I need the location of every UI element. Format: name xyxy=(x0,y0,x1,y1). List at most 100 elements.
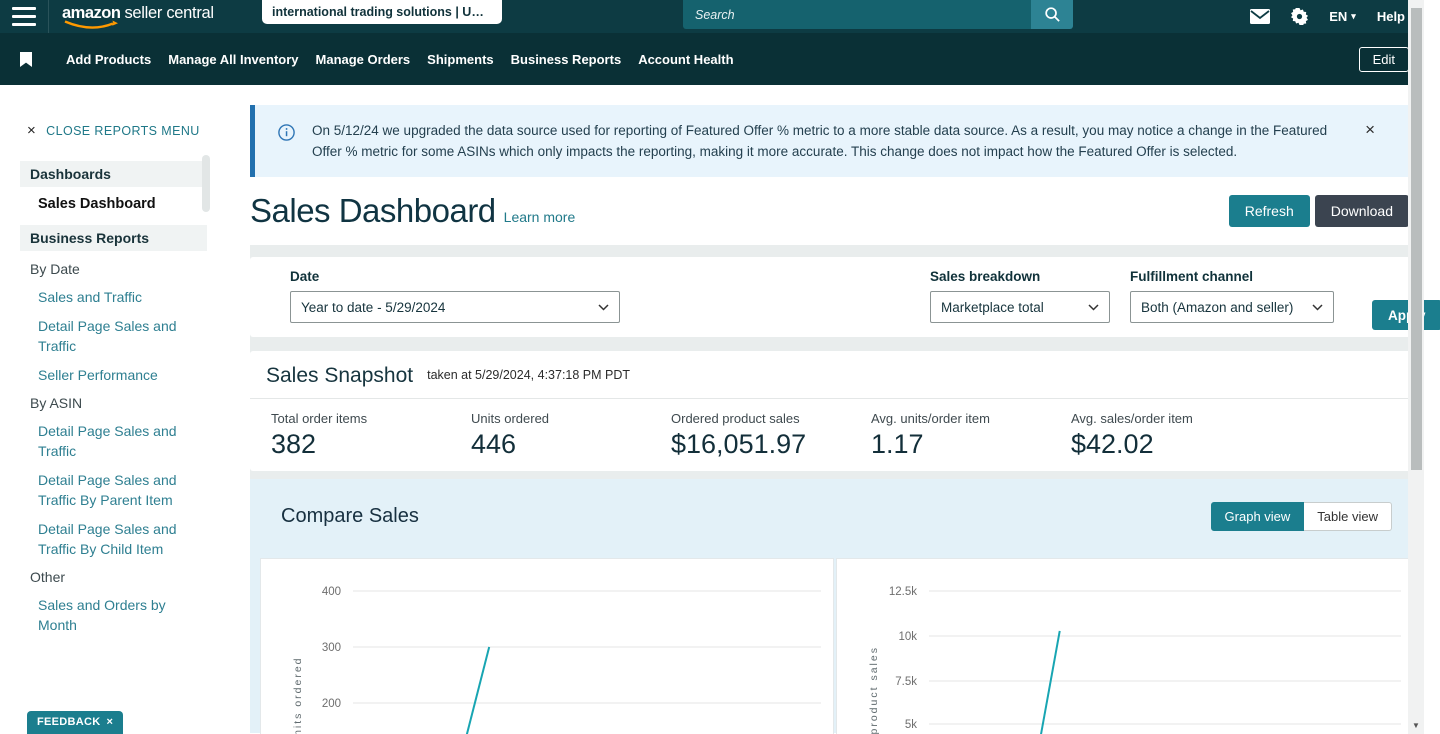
y-axis-title: Ordered product sales xyxy=(868,646,880,734)
snapshot-metrics: Total order items382Units ordered446Orde… xyxy=(250,399,1424,460)
nav-item-manage-all-inventory[interactable]: Manage All Inventory xyxy=(168,52,298,67)
apply-button[interactable]: Apply xyxy=(1372,300,1440,330)
learn-more-link[interactable]: Learn more xyxy=(504,209,576,225)
sidebar-item-detail-page-sales-and-traffic-by-child-item[interactable]: Detail Page Sales and Traffic By Child I… xyxy=(38,519,183,559)
snapshot-timestamp: taken at 5/29/2024, 4:37:18 PM PDT xyxy=(427,368,630,382)
sidebar-group-other: Other xyxy=(30,569,225,585)
reports-sidebar: × CLOSE REPORTS MENU DashboardsSales Das… xyxy=(0,85,225,734)
y-tick-label: 300 xyxy=(322,642,341,654)
hamburger-menu-icon[interactable] xyxy=(12,7,36,26)
nav-item-business-reports[interactable]: Business Reports xyxy=(511,52,622,67)
refresh-button[interactable]: Refresh xyxy=(1229,195,1310,227)
sidebar-header-business-reports: Business Reports xyxy=(20,225,207,251)
topbar-divider xyxy=(48,0,49,33)
metric-label: Ordered product sales xyxy=(671,411,871,426)
compare-sales-charts: 400300200Units ordered 12.5k10k7.5k5kOrd… xyxy=(260,558,1414,734)
banner-message: On 5/12/24 we upgraded the data source u… xyxy=(255,105,1424,162)
snapshot-header: Sales Snapshot taken at 5/29/2024, 4:37:… xyxy=(250,351,1424,398)
seller-central-app: amazonseller central international tradi… xyxy=(0,0,1424,734)
metric-label: Avg. sales/order item xyxy=(1071,411,1271,426)
page-scrollbar: ▼ xyxy=(1408,0,1424,734)
info-icon xyxy=(278,124,295,141)
feedback-label: FEEDBACK xyxy=(37,716,101,728)
download-button[interactable]: Download xyxy=(1315,195,1409,227)
sidebar-item-sales-and-orders-by-month[interactable]: Sales and Orders by Month xyxy=(38,595,183,635)
banner-close-icon[interactable]: × xyxy=(1365,120,1375,140)
channel-select-value: Both (Amazon and seller) xyxy=(1141,300,1293,315)
sales-snapshot-card: Sales Snapshot taken at 5/29/2024, 4:37:… xyxy=(250,351,1424,471)
y-axis-title: Units ordered xyxy=(292,656,304,734)
account-selector[interactable]: international trading solutions | U… xyxy=(262,0,502,24)
sidebar-item-sales-dashboard[interactable]: Sales Dashboard xyxy=(38,196,225,212)
metric-total-order-items: Total order items382 xyxy=(271,411,471,460)
y-tick-label: 5k xyxy=(905,719,917,731)
nav-item-add-products[interactable]: Add Products xyxy=(66,52,151,67)
search-bar xyxy=(683,0,1073,29)
nav-item-shipments[interactable]: Shipments xyxy=(427,52,493,67)
scrollbar-thumb[interactable] xyxy=(1411,8,1422,470)
metric-ordered-product-sales: Ordered product sales$16,051.97 xyxy=(671,411,871,460)
sidebar-item-detail-page-sales-and-traffic[interactable]: Detail Page Sales and Traffic xyxy=(38,421,183,461)
bookmark-icon[interactable] xyxy=(20,52,32,67)
info-banner: On 5/12/24 we upgraded the data source u… xyxy=(250,105,1424,177)
close-reports-menu[interactable]: × CLOSE REPORTS MENU xyxy=(27,122,225,139)
compare-sales-header: Compare Sales Graph view Table view xyxy=(250,502,1424,531)
chevron-down-icon: ▾ xyxy=(1351,12,1356,21)
breakdown-filter-label: Sales breakdown xyxy=(930,269,1110,284)
scroll-down-arrow-icon[interactable]: ▼ xyxy=(1408,721,1424,730)
search-input[interactable] xyxy=(683,0,1031,29)
nav-items: Add Products Manage All Inventory Manage O… xyxy=(66,52,734,67)
amazon-seller-central-logo[interactable]: amazonseller central xyxy=(62,4,214,23)
table-view-button[interactable]: Table view xyxy=(1304,502,1392,531)
close-reports-label: CLOSE REPORTS MENU xyxy=(46,124,200,138)
graph-view-button[interactable]: Graph view xyxy=(1211,502,1305,531)
feedback-button[interactable]: FEEDBACK × xyxy=(27,711,123,734)
metric-units-ordered: Units ordered446 xyxy=(471,411,671,460)
filter-bar: Date Year to date - 5/29/2024 Sales brea… xyxy=(250,257,1424,337)
chevron-down-icon xyxy=(1312,304,1323,311)
units-ordered-chart: 400300200Units ordered xyxy=(260,558,834,734)
metric-avg-sales-order-item: Avg. sales/order item $42.02 xyxy=(1071,411,1271,460)
chart-svg: 12.5k10k7.5k5kOrdered product sales xyxy=(837,559,1413,734)
sidebar-item-detail-page-sales-and-traffic[interactable]: Detail Page Sales and Traffic xyxy=(38,316,183,356)
date-select[interactable]: Year to date - 5/29/2024 xyxy=(290,291,620,323)
sales-breakdown-select[interactable]: Marketplace total xyxy=(930,291,1110,323)
nav-item-account-health[interactable]: Account Health xyxy=(638,52,733,67)
sidebar-item-detail-page-sales-and-traffic-by-parent-item[interactable]: Detail Page Sales and Traffic By Parent … xyxy=(38,470,183,510)
sidebar-scrollbar-thumb[interactable] xyxy=(202,155,210,212)
main-content: On 5/12/24 we upgraded the data source u… xyxy=(225,85,1424,734)
metric-value: 382 xyxy=(271,429,471,460)
metric-value: 1.17 xyxy=(871,429,1071,460)
metric-label: Units ordered xyxy=(471,411,671,426)
edit-button[interactable]: Edit xyxy=(1359,47,1409,72)
date-filter-group: Date Year to date - 5/29/2024 xyxy=(290,269,620,323)
sidebar-group-by-date: By Date xyxy=(30,261,225,277)
metric-avg-units-order-item: Avg. units/order item1.17 xyxy=(871,411,1071,460)
metric-value: $42.02 xyxy=(1071,429,1271,460)
help-link[interactable]: Help xyxy=(1377,9,1405,24)
page-header: Sales Dashboard Learn more Refresh Downl… xyxy=(250,177,1424,245)
channel-filter-label: Fulfillment channel xyxy=(1130,269,1334,284)
date-select-value: Year to date - 5/29/2024 xyxy=(301,300,445,315)
sidebar-items: DashboardsSales DashboardBusiness Report… xyxy=(27,161,225,635)
chevron-down-icon xyxy=(1088,304,1099,311)
nav-item-manage-orders[interactable]: Manage Orders xyxy=(316,52,411,67)
top-bar: amazonseller central international tradi… xyxy=(0,0,1424,33)
compare-sales-title: Compare Sales xyxy=(281,505,419,528)
breakdown-filter-group: Sales breakdown Marketplace total xyxy=(930,269,1110,323)
topbar-right-group: EN ▾ Help xyxy=(1250,0,1405,33)
view-toggle: Graph view Table view xyxy=(1211,502,1392,531)
fulfillment-channel-select[interactable]: Both (Amazon and seller) xyxy=(1130,291,1334,323)
sidebar-item-sales-and-traffic[interactable]: Sales and Traffic xyxy=(38,287,183,307)
snapshot-title: Sales Snapshot xyxy=(266,364,413,388)
language-selector[interactable]: EN ▾ xyxy=(1329,9,1356,24)
sidebar-item-seller-performance[interactable]: Seller Performance xyxy=(38,365,183,385)
chevron-down-icon xyxy=(598,304,609,311)
compare-sales-section: Compare Sales Graph view Table view 4003… xyxy=(250,479,1424,733)
gear-icon[interactable] xyxy=(1291,8,1308,25)
search-button[interactable] xyxy=(1031,0,1073,29)
close-icon: × xyxy=(107,716,114,728)
mail-icon[interactable] xyxy=(1250,9,1270,24)
y-tick-label: 200 xyxy=(322,698,341,710)
chart-svg: 400300200Units ordered xyxy=(261,559,833,734)
